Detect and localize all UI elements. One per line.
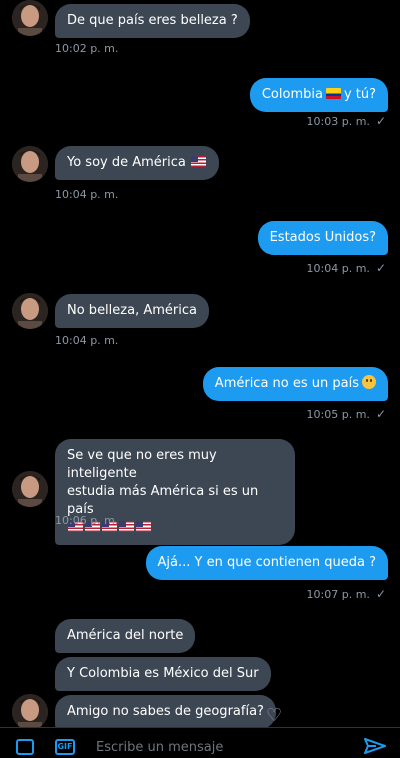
message-status: 10:07 p. m. ✓ — [307, 587, 386, 601]
message-text: Amigo no sabes de geografía? — [67, 704, 264, 719]
message-bubble-incoming[interactable]: Se ve que no eres muy inteligente estudi… — [55, 439, 295, 545]
message-bubble-incoming[interactable]: Yo soy de América — [55, 146, 220, 180]
us-flag-icon — [119, 521, 134, 532]
us-flag-icon — [136, 521, 151, 532]
sent-check-icon: ✓ — [375, 587, 386, 601]
message-timestamp: 10:04 p. m. — [306, 262, 370, 275]
message-timestamp: 10:07 p. m. — [306, 588, 370, 601]
message-bubble-incoming[interactable]: Y Colombia es México del Sur — [55, 657, 271, 691]
avatar[interactable] — [12, 471, 48, 507]
sent-check-icon: ✓ — [375, 114, 386, 128]
message-timestamp: 10:04 p. m. — [55, 334, 119, 347]
avatar[interactable] — [12, 293, 48, 329]
message-status: 10:03 p. m. ✓ — [307, 114, 386, 128]
message-timestamp: 10:06 p. m. — [55, 514, 119, 527]
message-bubble-outgoing[interactable]: Estados Unidos? — [257, 221, 388, 255]
message-thread[interactable]: De que país eres belleza ? 10:02 p. m. C… — [0, 0, 400, 727]
message-text: De que país eres belleza ? — [67, 13, 238, 28]
message-text-line: Se ve que no eres muy inteligente — [67, 448, 217, 481]
avatar[interactable] — [12, 0, 48, 36]
send-icon[interactable] — [364, 738, 386, 758]
message-bubble-incoming[interactable]: De que país eres belleza ? — [55, 4, 250, 38]
message-text: América del norte — [67, 628, 184, 643]
avatar[interactable] — [12, 694, 48, 727]
us-flag-icon — [191, 156, 207, 167]
message-bubble-incoming[interactable]: América del norte — [55, 619, 196, 653]
message-text: Y Colombia es México del Sur — [67, 666, 259, 681]
message-bubble-incoming[interactable]: Amigo no sabes de geografía? — [55, 695, 276, 727]
message-text-suffix: y tú? — [343, 87, 376, 102]
like-heart-icon[interactable]: ♡ — [266, 705, 282, 726]
sent-check-icon: ✓ — [375, 407, 386, 421]
message-timestamp: 10:04 p. m. — [55, 188, 119, 201]
message-text: Ajá... Y en que contienen queda ? — [157, 555, 376, 570]
message-status: 10:04 p. m. ✓ — [307, 261, 386, 275]
message-text: América no es un país — [214, 376, 359, 391]
sent-check-icon: ✓ — [375, 261, 386, 275]
message-text: Estados Unidos? — [269, 230, 376, 245]
avatar[interactable] — [12, 146, 48, 182]
message-bubble-outgoing[interactable]: Ajá... Y en que contienen queda ? — [145, 546, 388, 580]
colombia-flag-icon — [325, 88, 341, 99]
worried-face-icon — [362, 375, 376, 389]
message-timestamp: 10:05 p. m. — [306, 408, 370, 421]
message-text: Colombia — [261, 87, 323, 102]
message-text: Yo soy de América — [67, 155, 186, 170]
message-text: No belleza, América — [67, 303, 197, 318]
message-composer: GIF Escribe un mensaje — [0, 727, 400, 755]
message-timestamp: 10:02 p. m. — [55, 42, 119, 55]
message-bubble-incoming[interactable]: No belleza, América — [55, 294, 209, 328]
message-status: 10:05 p. m. ✓ — [307, 407, 386, 421]
message-bubble-outgoing[interactable]: América no es un país — [202, 367, 388, 401]
message-timestamp: 10:03 p. m. — [306, 115, 370, 128]
message-bubble-outgoing[interactable]: Colombia y tú? — [249, 78, 388, 112]
